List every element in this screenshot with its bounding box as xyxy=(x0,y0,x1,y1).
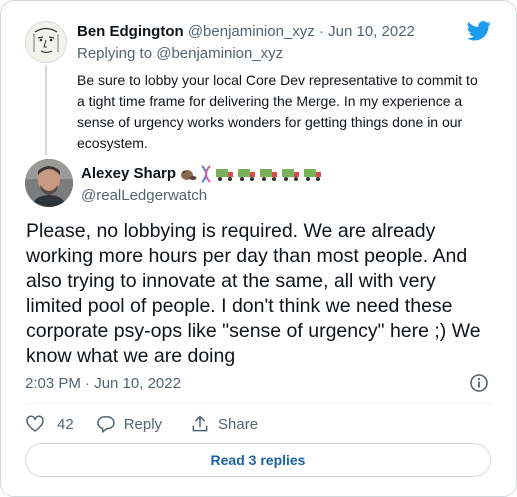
like-count: 42 xyxy=(57,415,74,433)
name-emojis xyxy=(179,165,323,183)
separator: · xyxy=(318,23,324,40)
read-replies-button[interactable]: Read 3 replies xyxy=(25,443,491,477)
tweet-timestamp[interactable]: 2:03 PM · Jun 10, 2022 xyxy=(25,375,181,392)
sketch-face-icon xyxy=(26,22,66,62)
action-bar: 42 Reply Share xyxy=(25,413,258,435)
beaver-icon xyxy=(181,170,197,180)
truck-icon xyxy=(238,169,255,181)
thread-line xyxy=(45,65,47,155)
replying-handle[interactable]: @benjaminion_xyz xyxy=(156,45,283,62)
truck-icon xyxy=(282,169,299,181)
truck-icon xyxy=(216,169,233,181)
like-button[interactable]: 42 xyxy=(25,414,74,434)
replying-prefix: Replying to xyxy=(77,45,153,62)
parent-header: Ben Edgington @benjaminion_xyz · Jun 10,… xyxy=(77,23,415,40)
parent-author-name[interactable]: Ben Edgington xyxy=(77,23,184,40)
parent-tweet-text: Be sure to lobby your local Core Dev rep… xyxy=(77,72,478,151)
parent-date[interactable]: Jun 10, 2022 xyxy=(328,23,415,40)
reply-button[interactable]: Reply xyxy=(96,414,162,434)
main-tweet-text: Please, no lobbying is required. We are … xyxy=(26,220,481,367)
parent-avatar[interactable] xyxy=(25,21,67,63)
twitter-logo-icon[interactable] xyxy=(467,21,491,41)
reply-icon xyxy=(96,416,115,433)
portrait-icon xyxy=(25,159,73,207)
divider xyxy=(25,403,491,404)
share-icon xyxy=(192,415,208,432)
heart-icon xyxy=(26,415,44,432)
main-author-handle[interactable]: @realLedgerwatch xyxy=(81,187,207,204)
share-label: Share xyxy=(218,415,259,433)
truck-icon xyxy=(304,169,321,181)
main-author-name[interactable]: Alexey Sharp xyxy=(81,165,176,182)
dna-icon xyxy=(201,165,211,183)
reply-label: Reply xyxy=(123,415,163,433)
truck-icon xyxy=(260,169,277,181)
main-avatar[interactable] xyxy=(25,159,73,207)
tweet-card: Ben Edgington @benjaminion_xyz · Jun 10,… xyxy=(0,0,517,497)
share-button[interactable]: Share xyxy=(190,414,258,434)
replying-to: Replying to @benjaminion_xyz xyxy=(77,45,283,62)
parent-author-handle[interactable]: @benjaminion_xyz xyxy=(188,23,315,40)
info-icon[interactable] xyxy=(469,373,489,393)
